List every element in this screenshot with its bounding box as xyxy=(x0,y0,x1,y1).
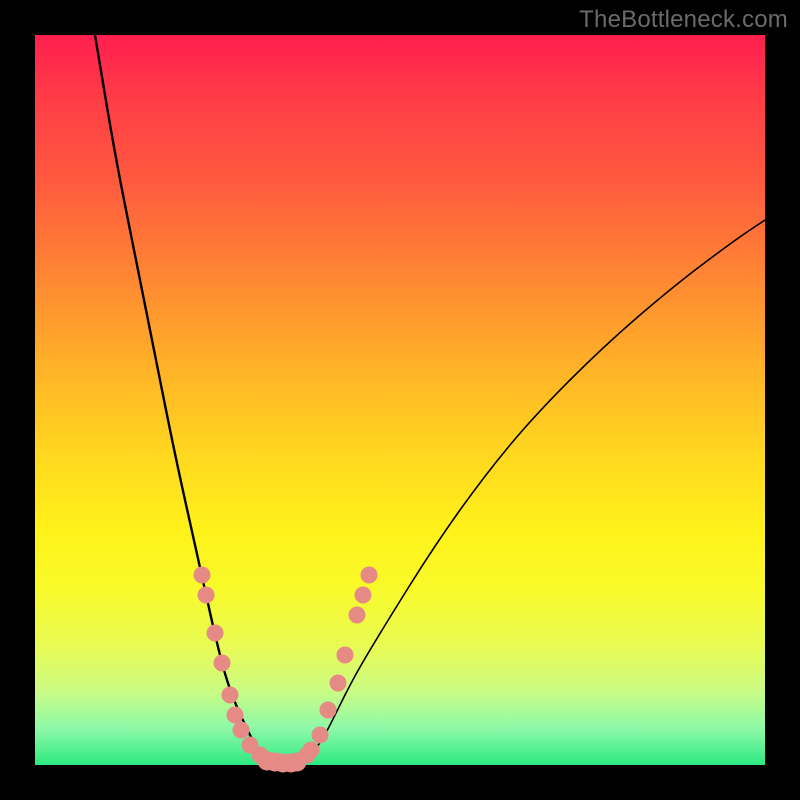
data-marker xyxy=(194,567,211,584)
data-marker xyxy=(214,655,231,672)
chart-svg xyxy=(35,35,765,765)
plot-area xyxy=(35,35,765,765)
data-marker xyxy=(312,727,329,744)
data-marker xyxy=(337,647,354,664)
markers-right-group xyxy=(288,567,378,771)
markers-left-group xyxy=(194,567,280,770)
data-marker xyxy=(349,607,366,624)
data-marker xyxy=(361,567,378,584)
data-marker xyxy=(227,707,244,724)
data-marker xyxy=(320,702,337,719)
data-marker xyxy=(330,675,347,692)
data-marker xyxy=(233,722,250,739)
right-curve xyxy=(305,220,765,761)
data-marker xyxy=(222,687,239,704)
watermark-text: TheBottleneck.com xyxy=(579,6,788,34)
data-marker xyxy=(198,587,215,604)
valley-blob-group xyxy=(258,752,307,773)
data-marker xyxy=(288,753,307,772)
left-curve xyxy=(95,35,271,761)
data-marker xyxy=(207,625,224,642)
data-marker xyxy=(303,742,320,759)
chart-frame: TheBottleneck.com xyxy=(0,0,800,800)
data-marker xyxy=(355,587,372,604)
